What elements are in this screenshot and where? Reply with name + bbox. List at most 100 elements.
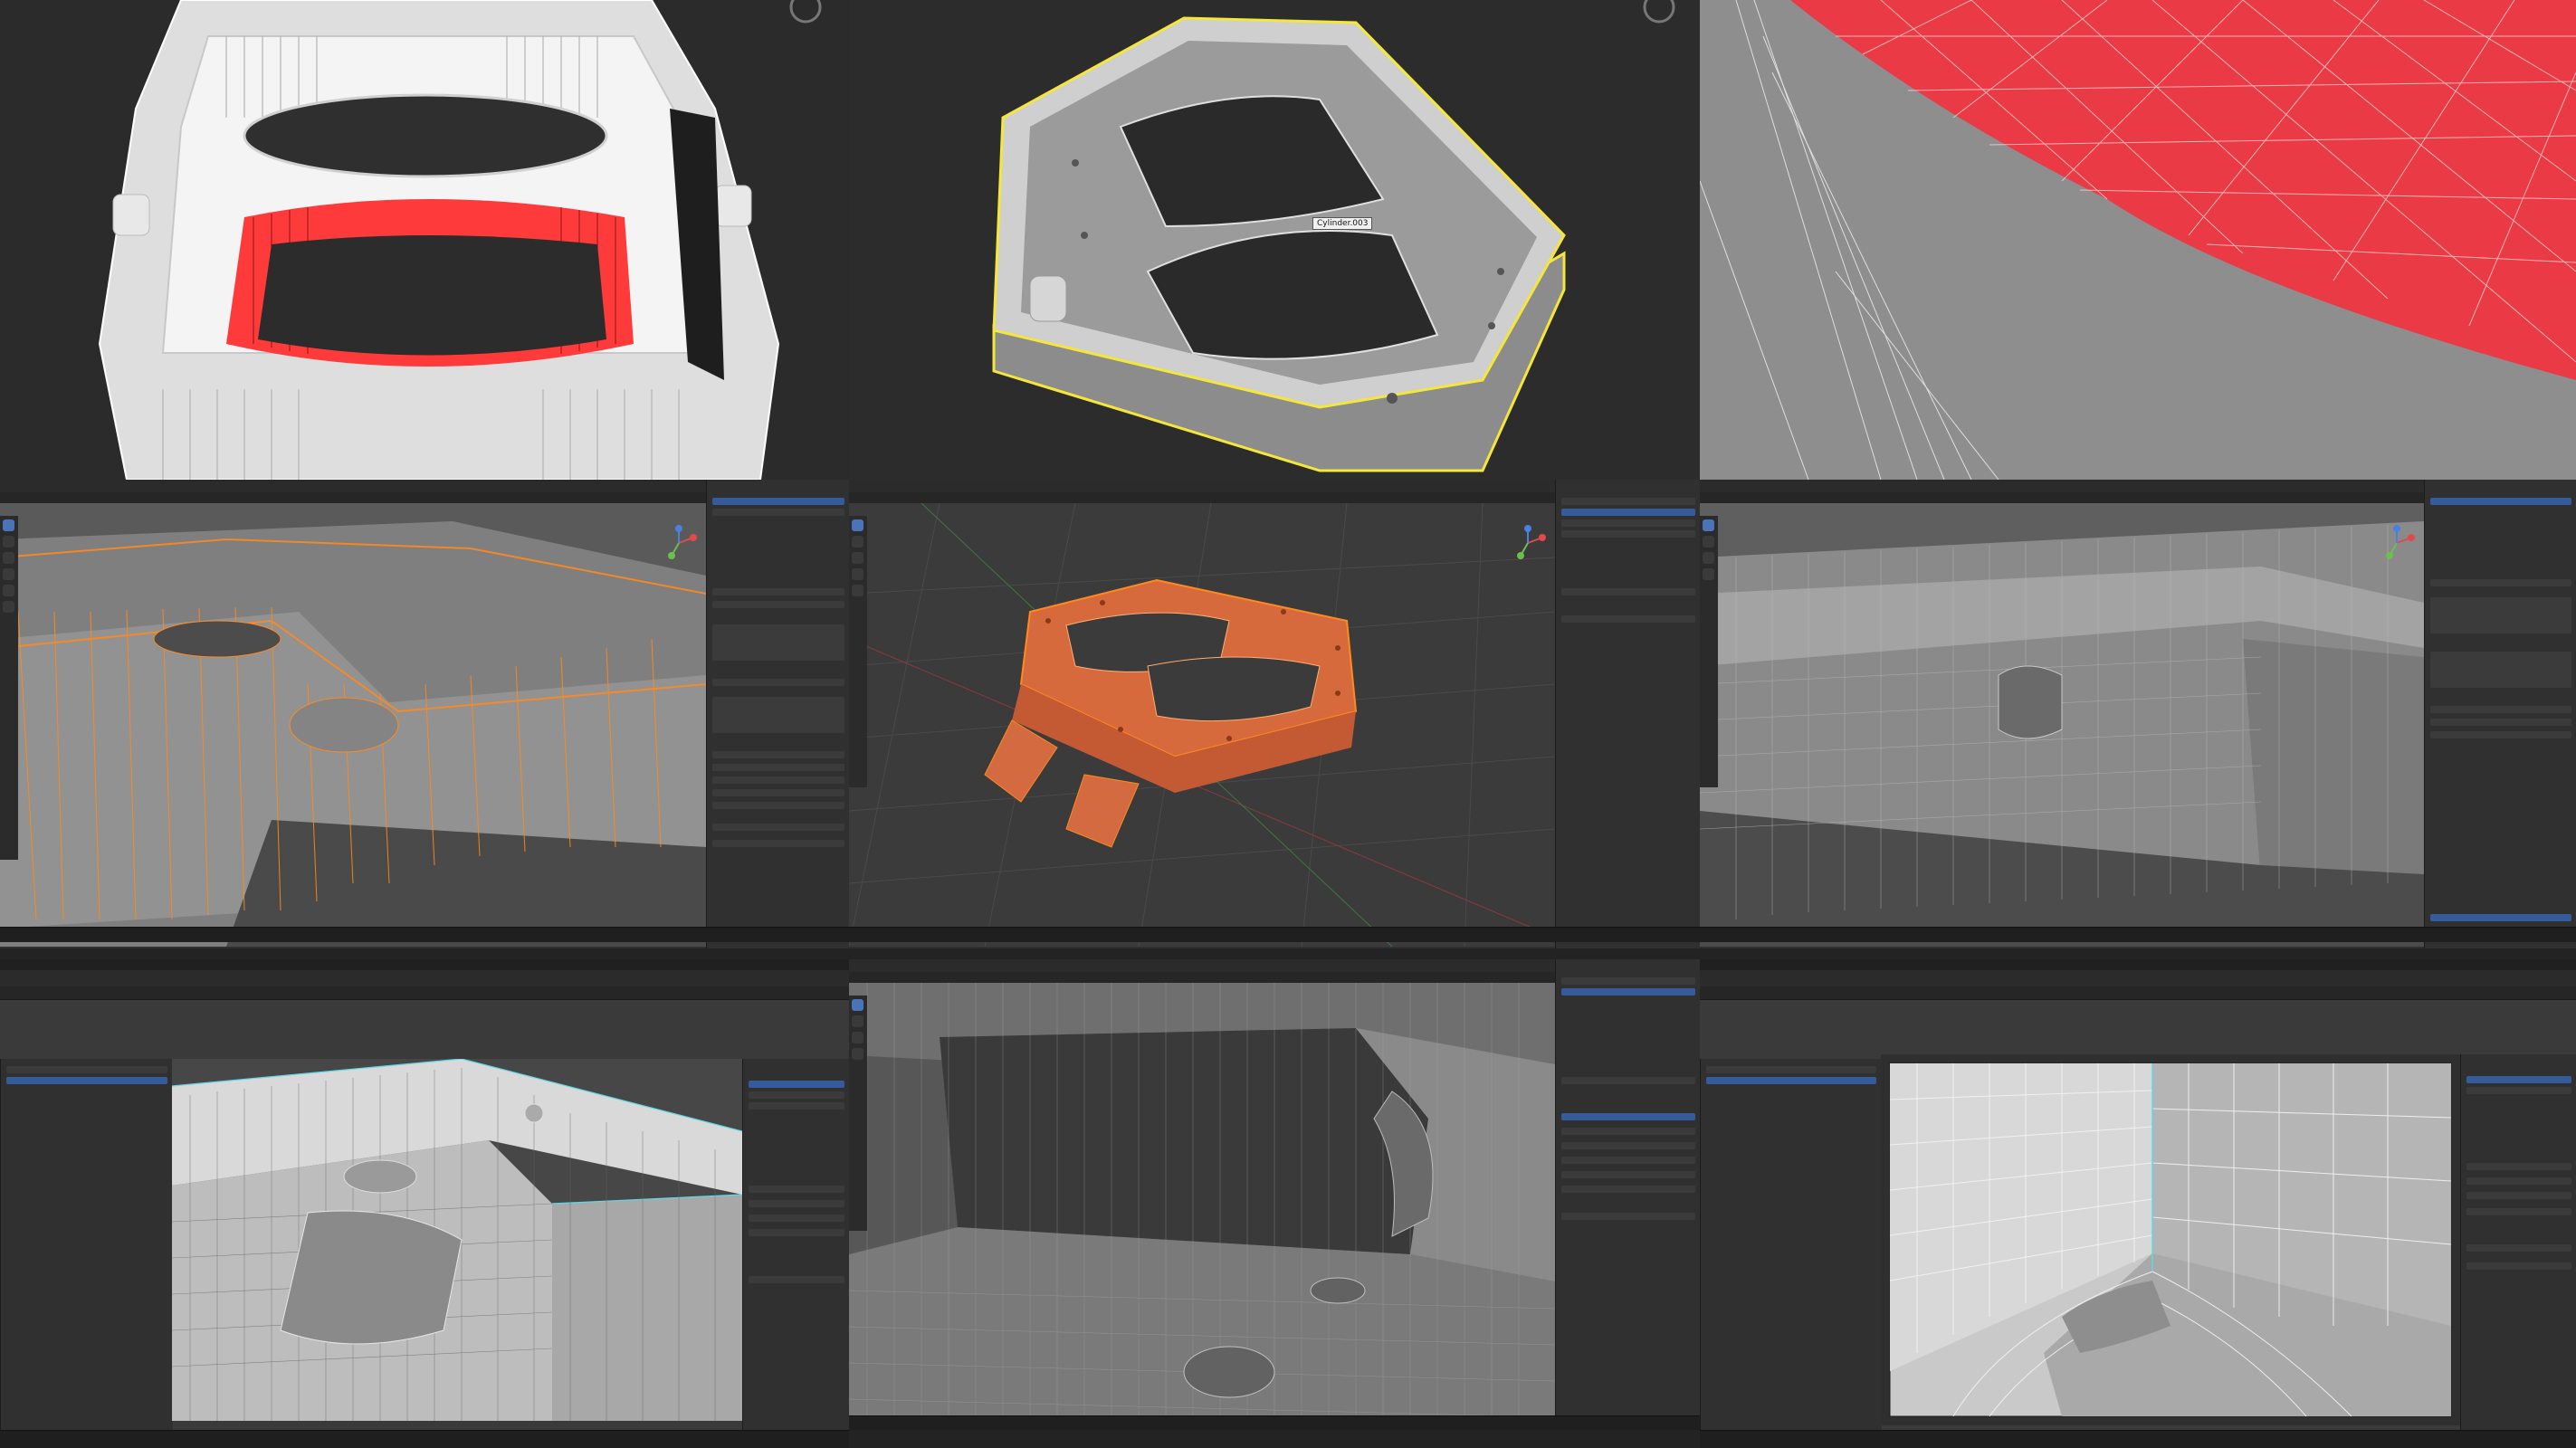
- ribbon-bar[interactable]: [0, 986, 849, 1000]
- property-field[interactable]: [2430, 652, 2571, 688]
- property-row[interactable]: [2430, 719, 2571, 726]
- properties-panel[interactable]: [1555, 480, 1700, 959]
- properties-panel[interactable]: [706, 480, 849, 959]
- explorer-row[interactable]: [6, 1066, 167, 1073]
- move-tool-button[interactable]: [1703, 552, 1714, 564]
- property-row[interactable]: [1561, 1157, 1695, 1164]
- select-tool-button[interactable]: [1703, 519, 1714, 531]
- toolbar-left[interactable]: [1700, 516, 1718, 787]
- outliner-row-selected[interactable]: [712, 498, 844, 505]
- outliner-row[interactable]: [1561, 519, 1695, 527]
- parameter-row[interactable]: [2466, 1208, 2571, 1215]
- rotate-tool-button[interactable]: [852, 568, 863, 580]
- select-tool-button[interactable]: [3, 519, 14, 531]
- property-row[interactable]: [1561, 1171, 1695, 1178]
- viewport-panel-top-middle[interactable]: Cylinder.003: [849, 0, 1700, 480]
- property-row[interactable]: [2430, 731, 2571, 738]
- menu-bar[interactable]: [1700, 959, 2576, 970]
- scale-tool-button[interactable]: [3, 585, 14, 596]
- rotate-tool-button[interactable]: [852, 1048, 863, 1060]
- properties-panel[interactable]: [2424, 480, 2576, 959]
- blender-window-bottom-center[interactable]: [849, 959, 1700, 1448]
- command-panel[interactable]: [2460, 1054, 2576, 1430]
- outliner-row-selected[interactable]: [2430, 498, 2571, 505]
- property-row[interactable]: [1561, 1128, 1695, 1135]
- ribbon-bar[interactable]: [1700, 986, 2576, 1000]
- scene-explorer[interactable]: [1700, 1059, 1882, 1430]
- property-row[interactable]: [712, 679, 844, 686]
- parameter-row[interactable]: [2466, 1262, 2571, 1270]
- property-field[interactable]: [712, 624, 844, 661]
- command-panel[interactable]: [742, 1059, 849, 1430]
- scene-explorer[interactable]: [0, 1059, 173, 1430]
- property-row[interactable]: [712, 764, 844, 771]
- cursor-tool-button[interactable]: [852, 536, 863, 548]
- viewport-panel-top-left[interactable]: [0, 0, 849, 480]
- property-row[interactable]: [2430, 579, 2571, 586]
- property-row[interactable]: [712, 588, 844, 595]
- property-row[interactable]: [712, 776, 844, 784]
- toolbar-left[interactable]: [849, 996, 867, 1231]
- outliner-row-selected[interactable]: [1561, 988, 1695, 996]
- main-toolbar[interactable]: [1700, 970, 2576, 987]
- modifier-row-selected[interactable]: [2466, 1076, 2571, 1083]
- modifier-row[interactable]: [749, 1091, 844, 1099]
- cursor-tool-button[interactable]: [3, 536, 14, 548]
- parameter-row[interactable]: [2466, 1163, 2571, 1170]
- viewport-3d[interactable]: [0, 503, 706, 947]
- navigation-gizmo[interactable]: [1510, 525, 1546, 561]
- property-row[interactable]: [1561, 615, 1695, 623]
- modifier-row-selected[interactable]: [749, 1081, 844, 1088]
- blender-window-middle-center[interactable]: [849, 480, 1700, 959]
- transform-tool-button[interactable]: [3, 601, 14, 613]
- property-row[interactable]: [712, 840, 844, 847]
- properties-panel[interactable]: [1555, 959, 1700, 1448]
- timeline[interactable]: [0, 927, 849, 942]
- property-row[interactable]: [1561, 588, 1695, 595]
- rotate-tool-button[interactable]: [3, 568, 14, 580]
- apply-button[interactable]: [2430, 914, 2571, 921]
- parameter-row[interactable]: [749, 1276, 844, 1283]
- property-row[interactable]: [712, 751, 844, 758]
- blender-window-middle-right[interactable]: [1700, 480, 2576, 959]
- viewport-3d[interactable]: [1881, 1054, 2460, 1425]
- property-row[interactable]: [712, 789, 844, 796]
- viewport-3d[interactable]: [849, 983, 1555, 1430]
- outliner-row[interactable]: [1561, 498, 1695, 505]
- property-row[interactable]: [712, 802, 844, 809]
- time-slider[interactable]: [0, 1430, 849, 1448]
- outliner-row[interactable]: [1561, 530, 1695, 538]
- cursor-tool-button[interactable]: [852, 1015, 863, 1027]
- select-tool-button[interactable]: [852, 999, 863, 1011]
- move-tool-button[interactable]: [852, 1032, 863, 1043]
- outliner-row[interactable]: [1561, 977, 1695, 985]
- max-window-bottom-right[interactable]: [1700, 959, 2576, 1448]
- time-slider[interactable]: [1700, 1430, 2576, 1448]
- parameter-row[interactable]: [749, 1215, 844, 1222]
- property-row[interactable]: [712, 601, 844, 608]
- cursor-tool-button[interactable]: [1703, 536, 1714, 548]
- navigation-gizmo[interactable]: [2379, 525, 2415, 561]
- toolbar-left[interactable]: [0, 516, 18, 860]
- select-tool-button[interactable]: [852, 519, 863, 531]
- property-row[interactable]: [1561, 1142, 1695, 1149]
- modifier-row[interactable]: [749, 1102, 844, 1110]
- outliner-row[interactable]: [712, 509, 844, 516]
- modifier-row[interactable]: [2466, 1087, 2571, 1094]
- remesh-mode-selected[interactable]: [1561, 1113, 1695, 1120]
- viewport-3d[interactable]: [1700, 503, 2424, 947]
- viewport-3d[interactable]: [0, 0, 849, 480]
- parameter-row[interactable]: [749, 1186, 844, 1193]
- parameter-row[interactable]: [2466, 1177, 2571, 1185]
- explorer-row-selected[interactable]: [6, 1077, 167, 1084]
- property-row[interactable]: [1561, 1213, 1695, 1220]
- parameter-row[interactable]: [2466, 1192, 2571, 1199]
- property-row[interactable]: [2430, 706, 2571, 713]
- blender-window-middle-left[interactable]: [0, 480, 849, 959]
- explorer-row-selected[interactable]: [1706, 1077, 1876, 1084]
- toolbar-left[interactable]: [849, 516, 867, 787]
- main-toolbar[interactable]: [0, 970, 849, 987]
- parameter-row[interactable]: [749, 1200, 844, 1207]
- viewport-3d[interactable]: [172, 1059, 742, 1421]
- scale-tool-button[interactable]: [852, 585, 863, 596]
